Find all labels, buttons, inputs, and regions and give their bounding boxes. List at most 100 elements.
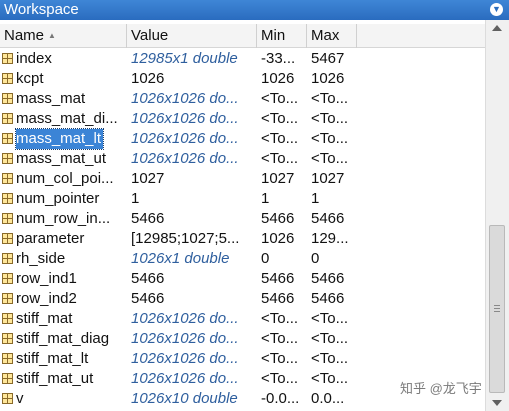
variable-value: 5466 [131,210,165,227]
variable-name: kcpt [16,70,44,87]
variable-min: <To... [261,150,299,167]
table-row[interactable]: index 12985x1 double -33... 5467 [0,49,485,69]
variable-max: 5466 [311,270,345,287]
column-header-name[interactable]: Name ▲ [0,24,127,48]
variable-min: 5466 [261,270,295,287]
table-row[interactable]: row_ind1 5466 5466 5466 [0,269,485,289]
variable-value: 1026x1026 do... [131,130,239,147]
table-row[interactable]: stiff_mat_diag 1026x1026 do... <To... <To..… [0,329,485,349]
variable-min: <To... [261,110,299,127]
variable-name: mass_mat_di... [16,110,118,127]
matrix-grid-icon [2,353,13,364]
variable-value: 1026x1026 do... [131,330,239,347]
table-row[interactable]: num_pointer 1 1 1 [0,189,485,209]
table-row[interactable]: mass_mat_ut 1026x1026 do... <To... <To... [0,149,485,169]
matrix-grid-icon [2,193,13,204]
variable-max: 129... [311,230,349,247]
variable-name: stiff_mat_lt [16,350,89,367]
variable-value: 1026x1026 do... [131,310,239,327]
variable-min: <To... [261,310,299,327]
variable-min: 5466 [261,290,295,307]
matrix-grid-icon [2,233,13,244]
table-row[interactable]: num_row_in... 5466 5466 5466 [0,209,485,229]
variable-min: <To... [261,330,299,347]
column-header-value-label: Value [131,27,169,44]
variable-value: 1026x1026 do... [131,350,239,367]
matrix-grid-icon [2,373,13,384]
variable-min: 0 [261,250,270,267]
variable-max: <To... [311,370,349,387]
workspace-titlebar: Workspace ▼ [0,0,509,20]
table-row[interactable]: parameter [12985;1027;5... 1026 129... [0,229,485,249]
variable-value: 1026x1026 do... [131,90,239,107]
variable-max: 0.0... [311,390,345,407]
variable-max: 1 [311,190,320,207]
matrix-grid-icon [2,93,13,104]
scrollbar-thumb[interactable] [489,225,505,393]
variable-min: -0.0... [261,390,300,407]
variable-value: 1026x10 double [131,390,238,407]
table-row[interactable]: row_ind2 5466 5466 5466 [0,289,485,309]
matrix-grid-icon [2,153,13,164]
variable-min: 1 [261,190,270,207]
variable-max: 0 [311,250,320,267]
variable-name: num_pointer [16,190,100,207]
scroll-up-arrow-icon[interactable] [492,25,502,31]
variable-value: 1026x1026 do... [131,110,239,127]
column-header-row: Name ▲ Value Min Max [0,24,485,48]
column-header-min[interactable]: Min [257,24,307,48]
table-row[interactable]: rh_side 1026x1 double 0 0 [0,249,485,269]
table-row[interactable]: mass_mat 1026x1026 do... <To... <To... [0,89,485,109]
grip-line [494,311,500,312]
column-header-min-label: Min [261,27,286,44]
variable-min: 1026 [261,70,295,87]
matrix-grid-icon [2,113,13,124]
watermark: 知乎 @龙飞宇 [400,381,482,396]
variable-name: rh_side [16,250,66,267]
variable-max: <To... [311,330,349,347]
variable-min: 5466 [261,210,295,227]
variable-value: 1026x1026 do... [131,370,239,387]
variable-value: 1026 [131,70,165,87]
matrix-grid-icon [2,313,13,324]
variable-min: <To... [261,130,299,147]
variable-max: 1027 [311,170,345,187]
variable-name: stiff_mat [16,310,73,327]
matrix-grid-icon [2,53,13,64]
variable-name: v [16,390,24,407]
scroll-down-arrow-icon[interactable] [492,400,502,406]
matrix-grid-icon [2,173,13,184]
variable-name: mass_mat [16,90,86,107]
column-header-value[interactable]: Value [127,24,257,48]
variable-name: stiff_mat_diag [16,330,110,347]
table-row[interactable]: stiff_mat 1026x1026 do... <To... <To... [0,309,485,329]
variable-max: 5466 [311,210,345,227]
variable-min: <To... [261,90,299,107]
variable-max: 5467 [311,50,345,67]
column-header-max[interactable]: Max [307,24,357,48]
grip-line [494,305,500,306]
variable-min: 1027 [261,170,295,187]
table-row[interactable]: stiff_mat_lt 1026x1026 do... <To... <To... [0,349,485,369]
variable-value: 5466 [131,290,165,307]
matrix-grid-icon [2,393,13,404]
variable-value: 1027 [131,170,165,187]
vertical-scrollbar[interactable] [485,20,509,411]
table-row[interactable]: mass_mat_di... 1026x1026 do... <To... <To..… [0,109,485,129]
table-row[interactable]: num_col_poi... 1027 1027 1027 [0,169,485,189]
matrix-grid-icon [2,293,13,304]
chevron-down-icon[interactable]: ▼ [490,3,503,16]
matrix-grid-icon [2,73,13,84]
variable-value: 1026x1026 do... [131,150,239,167]
sort-ascending-icon: ▲ [48,31,56,40]
variable-value: [12985;1027;5... [131,230,240,247]
matrix-grid-icon [2,253,13,264]
variable-list: index 12985x1 double -33... 5467 kcpt 1026 102… [0,49,485,409]
table-row[interactable]: kcpt 1026 1026 1026 [0,69,485,89]
variable-max: <To... [311,350,349,367]
table-row[interactable]: mass_mat_lt 1026x1026 do... <To... <To... [0,128,485,150]
variable-name: mass_mat_ut [16,150,107,167]
variable-max: 5466 [311,290,345,307]
variable-min: -33... [261,50,296,67]
variable-min: <To... [261,370,299,387]
